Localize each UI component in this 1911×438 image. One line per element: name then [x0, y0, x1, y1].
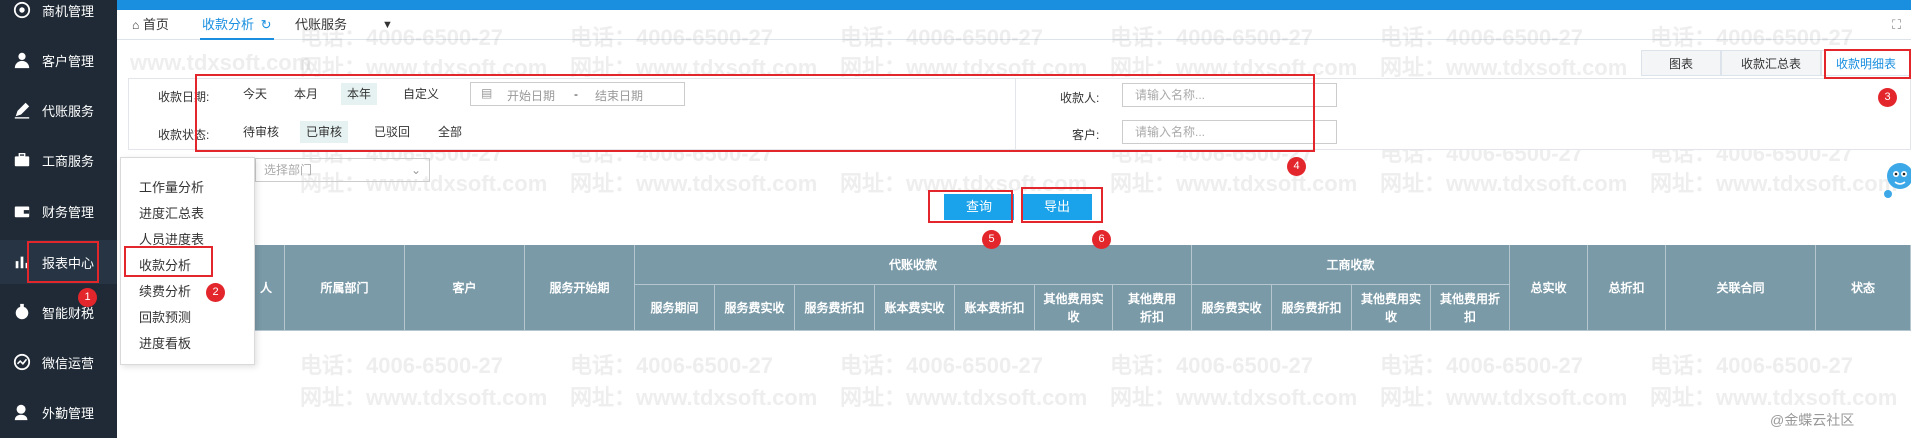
- column-header[interactable]: 账本费折扣: [955, 285, 1035, 331]
- sidebar-item-customers[interactable]: 客户管理: [0, 38, 117, 82]
- column-header[interactable]: 服务费实收: [1192, 285, 1272, 331]
- column-header[interactable]: 总实收: [1510, 245, 1588, 331]
- sidebar-item-finance[interactable]: 财务管理: [0, 189, 117, 233]
- menu-item-progress-board[interactable]: 进度看板: [139, 333, 191, 352]
- tab-payment-analysis-label: 收款分析: [202, 17, 255, 32]
- column-header[interactable]: 服务费实收: [715, 285, 795, 331]
- chevron-down-icon: ⌄: [410, 163, 421, 177]
- column-header[interactable]: 服务开始期: [525, 245, 635, 331]
- watermark: 网址：www.tdxsoft.com: [1110, 385, 1358, 410]
- tab-bookkeeping-service-label: 代账服务: [295, 17, 348, 32]
- column-header[interactable]: 客户: [405, 245, 525, 331]
- tab-payment-analysis[interactable]: 收款分析 ↻: [200, 10, 274, 40]
- watermark: 网址：www.tdxsoft.com: [1650, 171, 1898, 196]
- sidebar-item-wechat[interactable]: 微信运营: [0, 340, 117, 384]
- sidebar-item-business[interactable]: 工商服务: [0, 138, 117, 182]
- watermark: 网址：www.tdxsoft.com: [570, 171, 818, 196]
- sidebar-item-smart-tax[interactable]: 智能财税: [0, 290, 117, 334]
- column-header[interactable]: 关联合同: [1666, 245, 1816, 331]
- watermark: 电话：4006-6500-27: [1110, 353, 1314, 378]
- top-bar: [117, 0, 1911, 10]
- sidebar: 商机管理 客户管理 代账服务 工商服务 财务管理 报表中心 智能财税 微信运营 …: [0, 0, 117, 438]
- user-icon: [12, 50, 32, 70]
- annotation-box-6: [1021, 187, 1103, 223]
- view-tab-chart[interactable]: 图表: [1641, 50, 1721, 76]
- column-header[interactable]: 状态: [1816, 245, 1911, 331]
- sidebar-item-label: 微信运营: [42, 355, 95, 371]
- home-icon: ⌂: [132, 18, 140, 32]
- annotation-box-4: [195, 74, 1315, 152]
- annotation-box-5: [928, 190, 1013, 223]
- column-header[interactable]: 服务费折扣: [1272, 285, 1352, 331]
- tab-bar: ⌂ 首页 收款分析 ↻ 代账服务 ▼ ⛶: [117, 10, 1911, 40]
- tab-home-label: 首页: [142, 17, 169, 32]
- sidebar-item-label: 外勤管理: [42, 405, 95, 421]
- column-header[interactable]: 其他费用实收: [1352, 285, 1431, 331]
- annotation-box-1: [27, 241, 99, 283]
- sidebar-item-label: 商机管理: [42, 3, 95, 19]
- sidebar-item-field[interactable]: 外勤管理: [0, 390, 117, 434]
- watermark: 电话：4006-6500-27: [1380, 353, 1584, 378]
- annotation-box-2: [124, 246, 213, 277]
- group-header-business: 工商收款: [1192, 245, 1510, 285]
- tab-home[interactable]: ⌂ 首页: [132, 10, 169, 40]
- watermark: 网址：www.tdxsoft.com: [1650, 385, 1898, 410]
- field-icon: [12, 402, 32, 422]
- annotation-badge-6: 6: [1092, 230, 1111, 249]
- watermark: 网址：www.tdxsoft.com: [840, 385, 1088, 410]
- annotation-badge-2: 2: [206, 283, 225, 302]
- wallet-icon: [12, 201, 32, 221]
- tax-icon: [12, 302, 32, 322]
- watermark: 网址：www.tdxsoft.com: [1110, 171, 1358, 196]
- watermark: 网址：www.tdxsoft.com: [1380, 385, 1628, 410]
- menu-item-collection-forecast[interactable]: 回款预测: [139, 307, 191, 326]
- view-tab-summary[interactable]: 收款汇总表: [1721, 50, 1821, 76]
- menu-item-renewal-analysis[interactable]: 续费分析: [139, 281, 191, 300]
- annotation-badge-5: 5: [982, 230, 1001, 249]
- column-header[interactable]: 服务费折扣: [795, 285, 875, 331]
- menu-item-workload[interactable]: 工作量分析: [139, 177, 204, 196]
- watermark: 电话：4006-6500-27: [840, 353, 1044, 378]
- group-header-bookkeeping: 代账收款: [635, 245, 1192, 285]
- annotation-box-3: [1824, 49, 1911, 79]
- pen-icon: [12, 100, 32, 120]
- watermark: 电话：4006-6500-27: [300, 353, 504, 378]
- sidebar-item-bookkeeping[interactable]: 代账服务: [0, 88, 117, 132]
- watermark: 电话：4006-6500-27: [570, 353, 774, 378]
- department-select[interactable]: 选择部门 ⌄: [255, 158, 430, 182]
- sidebar-item-label: 客户管理: [42, 53, 95, 69]
- watermark: www.tdxsoft.com: [130, 50, 312, 75]
- annotation-badge-1: 1: [78, 288, 97, 307]
- brand-watermark: @金蝶云社区: [1770, 412, 1855, 428]
- briefcase-icon: [12, 150, 32, 170]
- annotation-badge-4: 4: [1287, 157, 1306, 176]
- column-header[interactable]: 服务期间: [635, 285, 715, 331]
- sidebar-item-label: 代账服务: [42, 103, 95, 119]
- fullscreen-icon[interactable]: ⛶: [1892, 10, 1901, 40]
- column-header[interactable]: 其他费用折扣: [1431, 285, 1510, 331]
- column-header[interactable]: 所属部门: [285, 245, 405, 331]
- refresh-icon[interactable]: ↻: [261, 17, 272, 32]
- tab-dropdown-caret-icon[interactable]: ▼: [382, 10, 393, 40]
- column-header[interactable]: 其他费用实收: [1035, 285, 1113, 331]
- watermark: 网址：www.tdxsoft.com: [570, 385, 818, 410]
- watermark: 电话：4006-6500-27: [1650, 353, 1854, 378]
- mascot-icon[interactable]: [1882, 160, 1911, 202]
- target-icon: [12, 0, 32, 20]
- column-header[interactable]: 账本费实收: [875, 285, 955, 331]
- sidebar-item-label: 财务管理: [42, 204, 95, 220]
- department-select-value: 选择部门: [264, 163, 313, 177]
- menu-item-progress-summary[interactable]: 进度汇总表: [139, 203, 204, 222]
- wechat-icon: [12, 352, 32, 372]
- watermark: 网址：www.tdxsoft.com: [300, 385, 548, 410]
- sidebar-item-opportunities[interactable]: 商机管理: [0, 0, 117, 32]
- watermark: 网址：www.tdxsoft.com: [1380, 171, 1628, 196]
- column-header[interactable]: 总折扣: [1588, 245, 1666, 331]
- annotation-badge-3: 3: [1878, 88, 1897, 107]
- column-header[interactable]: 其他费用折扣: [1113, 285, 1192, 331]
- tab-bookkeeping-service[interactable]: 代账服务: [295, 10, 347, 40]
- sidebar-item-label: 工商服务: [42, 153, 95, 169]
